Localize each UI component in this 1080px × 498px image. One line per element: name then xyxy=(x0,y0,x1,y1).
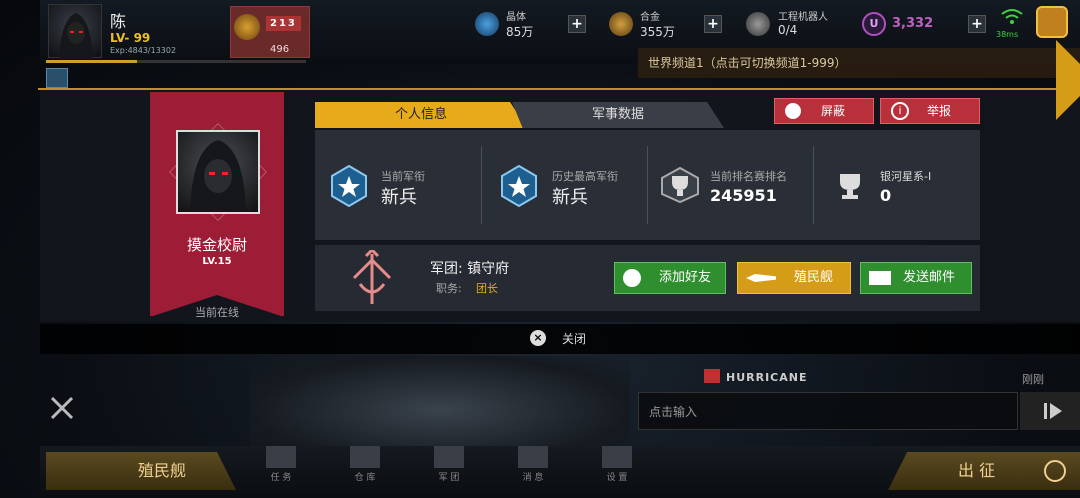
world-channel-text: 世界频道1（点击可切换频道1-999） xyxy=(648,56,847,70)
add-friend-label: 添加好友 xyxy=(659,270,712,285)
exp-bar xyxy=(46,60,306,63)
info-icon: i xyxy=(891,102,909,120)
game-screen: 陈 LV- 99 Exp:4843/13302 213 496 晶体 85万 +… xyxy=(0,0,1080,498)
player-level: LV- 99 xyxy=(110,31,151,45)
nav-legion-label: 军 团 xyxy=(438,473,460,483)
settings-icon xyxy=(602,446,632,468)
nav-settings-label: 设 置 xyxy=(606,473,628,483)
nav-messages[interactable]: 消 息 xyxy=(508,446,558,483)
crystal-value: 85万 xyxy=(506,25,534,39)
stat-value: 新兵 xyxy=(552,187,588,208)
send-mail-button[interactable]: 发送邮件 xyxy=(860,262,972,294)
legion-emblem-icon xyxy=(340,247,404,312)
report-button[interactable]: i 举报 xyxy=(880,98,980,124)
u-currency-icon: U xyxy=(862,12,886,36)
chat-sender: HURRICANE xyxy=(726,371,808,384)
nav-legion[interactable]: 军 团 xyxy=(424,446,474,483)
stat-label: 历史最高军衔 xyxy=(552,170,618,183)
tab-military-data[interactable]: 军事数据 xyxy=(512,102,724,128)
spaceship-graphic xyxy=(250,356,630,446)
player-exp: Exp:4843/13302 xyxy=(110,46,177,55)
report-button-label: 举报 xyxy=(927,104,952,118)
stat-label: 银河星系-I xyxy=(880,170,932,183)
expedition-button[interactable]: 出 征 xyxy=(888,452,1080,490)
u-currency-value: 3,332 xyxy=(892,16,934,31)
stat-value: 新兵 xyxy=(381,187,417,208)
stat-label: 当前排名赛排名 xyxy=(710,170,787,183)
expedition-label: 出 征 xyxy=(958,461,996,480)
alloy-value: 355万 xyxy=(640,25,675,39)
player-name: 陈 xyxy=(110,12,127,31)
nav-tasks-label: 任 务 xyxy=(270,473,292,483)
chat-placeholder: 点击输入 xyxy=(649,405,698,419)
add-friend-button[interactable]: 添加好友 xyxy=(614,262,726,294)
ship-icon xyxy=(746,274,776,282)
colony-ship-label: 殖民舰 xyxy=(794,270,834,285)
rank-star-icon xyxy=(330,164,368,212)
target-icon xyxy=(1044,460,1066,482)
stat-label: 当前军衔 xyxy=(381,170,425,183)
alloy-label: 合金 xyxy=(640,12,660,23)
nav-warehouse[interactable]: 仓 库 xyxy=(340,446,390,483)
alloy-icon xyxy=(609,12,633,36)
block-button-label: 屏蔽 xyxy=(821,104,846,118)
legion-role: 团长 xyxy=(476,282,498,295)
profile-title: 摸金校尉 xyxy=(186,236,247,254)
robot-value: 0/4 xyxy=(778,23,798,37)
legion-name: 军团: 镇守府 xyxy=(430,261,510,277)
player-avatar[interactable] xyxy=(48,4,102,59)
stat-value: 0 xyxy=(880,186,892,205)
player-portrait xyxy=(176,130,260,214)
send-chat-button[interactable] xyxy=(1020,392,1080,430)
galaxy-trophy-icon xyxy=(834,170,866,206)
crystal-label: 晶体 xyxy=(506,12,526,23)
divider xyxy=(647,146,648,224)
robot-label: 工程机器人 xyxy=(778,12,828,23)
world-channel-bar[interactable]: 世界频道1（点击可切换频道1-999） xyxy=(638,48,1080,78)
tasks-icon xyxy=(266,446,296,468)
stat-value: 245951 xyxy=(710,186,777,205)
add-crystal-button[interactable]: + xyxy=(568,15,586,33)
wifi-icon xyxy=(1000,8,1024,26)
sender-badge-icon xyxy=(704,369,720,383)
add-friend-icon xyxy=(623,269,641,287)
highest-rank-star-icon xyxy=(500,164,538,212)
shop-cart-icon[interactable] xyxy=(1036,6,1068,38)
ping-value: 38ms xyxy=(996,30,1019,39)
rank-medal-icon xyxy=(234,14,260,40)
rank-value: 496 xyxy=(270,44,290,55)
tools-icon[interactable] xyxy=(48,394,76,422)
nav-messages-label: 消 息 xyxy=(522,473,544,483)
add-alloy-button[interactable]: + xyxy=(704,15,722,33)
send-mail-label: 发送邮件 xyxy=(903,270,956,285)
block-button[interactable]: 屏蔽 xyxy=(774,98,874,124)
close-icon[interactable]: × xyxy=(530,330,546,346)
minimized-window-icon[interactable] xyxy=(46,68,68,88)
messages-icon xyxy=(518,446,548,468)
ranking-trophy-icon xyxy=(660,166,700,208)
legion-icon xyxy=(434,446,464,468)
profile-level: LV.15 xyxy=(202,256,232,267)
nav-tasks[interactable]: 任 务 xyxy=(256,446,306,483)
add-u-currency-button[interactable]: + xyxy=(968,15,986,33)
colony-ship-button[interactable]: 殖民舰 xyxy=(737,262,851,294)
chat-time: 刚刚 xyxy=(1022,373,1044,386)
podium-icon: 213 xyxy=(266,16,301,31)
online-status: 当前在线 xyxy=(195,306,239,319)
block-user-icon xyxy=(785,103,801,119)
divider xyxy=(481,146,482,224)
mail-icon xyxy=(869,271,891,285)
crystal-icon xyxy=(475,12,499,36)
legion-role-label: 职务: xyxy=(436,282,462,295)
tab-personal-info[interactable]: 个人信息 xyxy=(315,102,527,128)
close-bar[interactable]: × 关闭 xyxy=(40,324,1080,354)
nav-settings[interactable]: 设 置 xyxy=(592,446,642,483)
close-label[interactable]: 关闭 xyxy=(562,330,586,347)
colony-ship-main-button[interactable]: 殖民舰 xyxy=(46,452,236,490)
divider xyxy=(813,146,814,224)
nav-warehouse-label: 仓 库 xyxy=(354,473,376,483)
chat-input[interactable]: 点击输入 xyxy=(638,392,1018,430)
warehouse-icon xyxy=(350,446,380,468)
robot-icon xyxy=(746,12,770,36)
